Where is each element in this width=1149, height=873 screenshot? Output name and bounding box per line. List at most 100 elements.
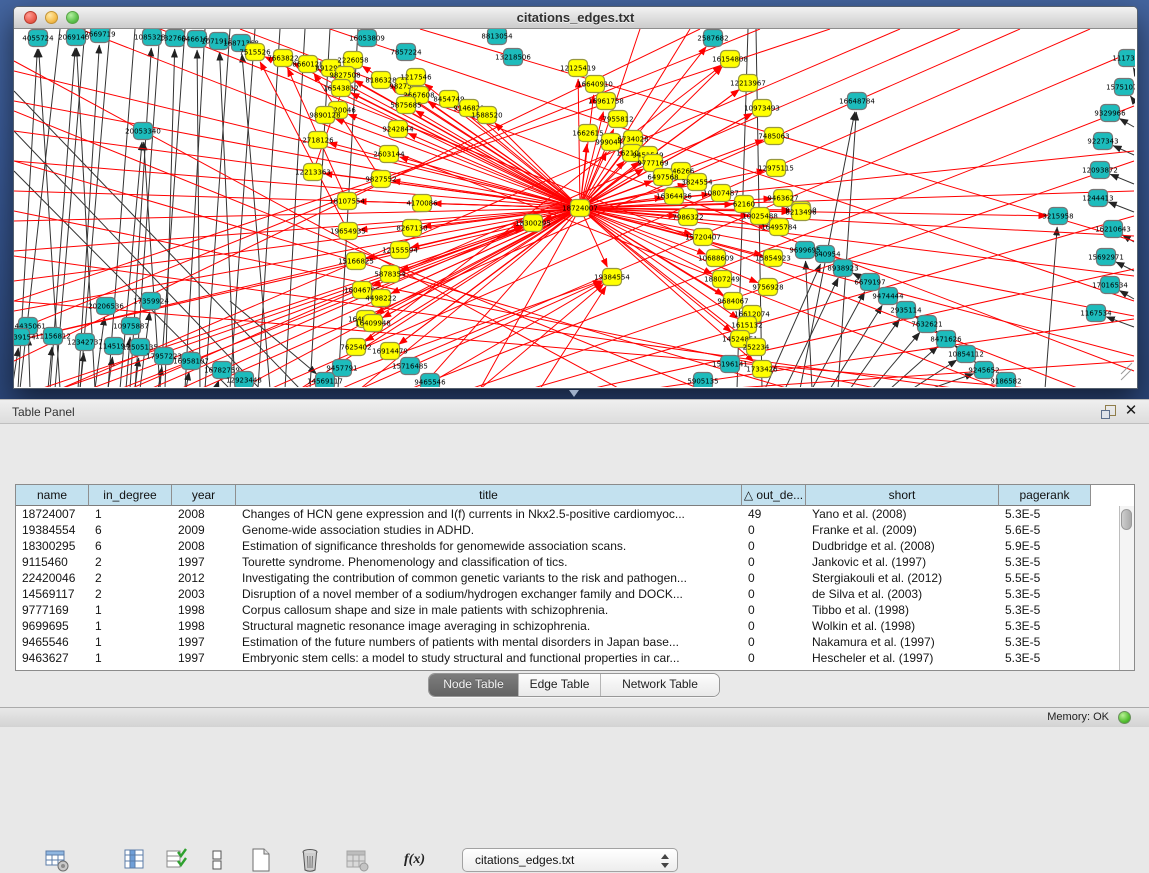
row-height-icon[interactable]: [204, 847, 230, 873]
graph-node[interactable]: 7632621: [911, 316, 942, 333]
graph-node[interactable]: 12213363: [295, 164, 331, 181]
graph-node[interactable]: 17016534: [1092, 277, 1128, 294]
node-label: 10973493: [744, 105, 780, 113]
column-header[interactable]: title: [236, 485, 742, 506]
graph-node[interactable]: 7625402: [340, 339, 371, 356]
network-window[interactable]: citations_edges.txt 40557242069140626697…: [13, 6, 1138, 389]
table-row[interactable]: 1938455462009Genome-wide association stu…: [16, 522, 1091, 538]
graph-node[interactable]: 9242844: [382, 121, 414, 138]
table-row[interactable]: 946554611997Estimation of the future num…: [16, 634, 1091, 650]
create-column-icon[interactable]: [248, 847, 274, 873]
vertical-scrollbar[interactable]: [1119, 506, 1134, 670]
graph-node[interactable]: 8813054: [481, 29, 513, 45]
graph-node[interactable]: 16154808: [712, 51, 748, 68]
node-label: 2603144: [373, 151, 405, 159]
graph-node[interactable]: 1167534: [1080, 305, 1112, 322]
graph-node[interactable]: 9827552: [365, 171, 396, 188]
table-cell: Nakamura et al. (1997): [806, 634, 999, 650]
graph-node[interactable]: 4055724: [22, 30, 54, 47]
table-row[interactable]: 1830029562008Estimation of significance …: [16, 538, 1091, 554]
table-cell: 1997: [172, 634, 236, 650]
tab-node-table[interactable]: Node Table: [429, 674, 519, 696]
node-label: 1662615: [572, 130, 603, 138]
tab-edge-table[interactable]: Edge Table: [519, 674, 601, 696]
import-table-icon[interactable]: [344, 847, 370, 873]
show-columns-icon[interactable]: [122, 847, 148, 873]
table-cell: Changes of HCN gene expression and I(f) …: [236, 506, 742, 522]
graph-node[interactable]: 12975115: [758, 160, 794, 177]
node-label: 9474444: [872, 293, 904, 301]
table-row[interactable]: 1456911722003Disruption of a novel membe…: [16, 586, 1091, 602]
node-label: 16210643: [1095, 226, 1131, 234]
graph-node[interactable]: 2603144: [373, 146, 405, 163]
graph-node[interactable]: 10973493: [744, 100, 780, 117]
table-row[interactable]: 946362711997Embryonic stem cells: a mode…: [16, 650, 1091, 666]
column-header[interactable]: pagerank: [999, 485, 1091, 506]
graph-node[interactable]: 7955812: [602, 111, 633, 128]
pane-resize-handle[interactable]: [569, 390, 579, 397]
table-cell: Estimation of significance thresholds fo…: [236, 538, 742, 554]
function-builder-icon[interactable]: f(x): [404, 847, 436, 873]
column-header[interactable]: year: [172, 485, 236, 506]
graph-node[interactable]: 18107554: [329, 193, 365, 210]
graph-node[interactable]: 252234: [743, 339, 770, 356]
network-canvas[interactable]: 4055724206914062669719108532871327602646…: [14, 29, 1135, 387]
graph-node[interactable]: 9227343: [1087, 133, 1118, 150]
table-mode-icon[interactable]: [44, 847, 70, 873]
resize-grip[interactable]: [1121, 363, 1132, 380]
table-panel-titlebar[interactable]: Table Panel ✕: [0, 399, 1149, 424]
graph-node[interactable]: 1117304: [1112, 50, 1135, 67]
select-columns-icon[interactable]: [164, 847, 190, 873]
float-panel-icon[interactable]: [1101, 405, 1115, 419]
graph-node[interactable]: 16210643: [1095, 221, 1131, 238]
node-label: 12923448: [226, 377, 262, 385]
network-window-titlebar[interactable]: citations_edges.txt: [14, 7, 1137, 29]
column-header[interactable]: in_degree: [89, 485, 172, 506]
table-row[interactable]: 1872400712008Changes of HCN gene express…: [16, 506, 1091, 522]
table-row[interactable]: 911546021997Tourette syndrome. Phenomeno…: [16, 554, 1091, 570]
table-row[interactable]: 977716911998Corpus callosum shape and si…: [16, 602, 1091, 618]
delete-columns-icon[interactable]: [297, 847, 323, 873]
graph-node[interactable]: 9756928: [752, 279, 783, 296]
graph-node[interactable]: 15751074: [1106, 79, 1135, 96]
column-header[interactable]: name: [16, 485, 89, 506]
column-header[interactable]: △ out_de...: [742, 485, 806, 506]
graph-node[interactable]: 12125419: [560, 60, 596, 77]
tab-network-table[interactable]: Network Table: [601, 674, 719, 696]
graph-node[interactable]: 2718126: [302, 132, 334, 149]
node-label: 7857224: [390, 49, 422, 57]
graph-node[interactable]: 9465546: [414, 374, 446, 388]
graph-node[interactable]: 16914479: [372, 343, 408, 360]
table-tabs: Node TableEdge TableNetwork Table: [428, 673, 720, 697]
graph-edge: [1120, 119, 1134, 127]
graph-node[interactable]: 10807487: [703, 185, 739, 202]
table-row[interactable]: 969969511998Structural magnetic resonanc…: [16, 618, 1091, 634]
table-cell: 0: [742, 538, 806, 554]
graph-node[interactable]: 12093872: [1082, 162, 1118, 179]
graph-node[interactable]: 5905135: [687, 373, 718, 388]
node-table[interactable]: namein_degreeyeartitle△ out_de...shortpa…: [15, 484, 1135, 671]
graph-node[interactable]: 4170086: [406, 195, 438, 212]
graph-node[interactable]: 9245652: [968, 362, 999, 379]
memory-status-indicator[interactable]: [1118, 711, 1131, 724]
graph-node[interactable]: 10854112: [948, 346, 984, 363]
close-panel-icon[interactable]: ✕: [1123, 402, 1139, 420]
graph-node[interactable]: 20206536: [88, 298, 124, 315]
table-row[interactable]: 2242004622012Investigating the contribut…: [16, 570, 1091, 586]
graph-node[interactable]: 10975887: [113, 318, 149, 335]
desktop-background: citations_edges.txt 40557242069140626697…: [0, 0, 1149, 399]
column-header[interactable]: short: [806, 485, 999, 506]
table-cell: 2012: [172, 570, 236, 586]
graph-node[interactable]: 16640910: [577, 76, 613, 93]
scrollbar-thumb[interactable]: [1121, 509, 1132, 530]
graph-node[interactable]: 10688609: [698, 250, 734, 267]
graph-node[interactable]: 9186582: [990, 373, 1021, 388]
graph-node[interactable]: 9329966: [1094, 105, 1126, 122]
graph-node[interactable]: 16053809: [349, 30, 385, 47]
graph-node[interactable]: 20053340: [125, 123, 161, 140]
graph-node[interactable]: 13218506: [495, 49, 531, 66]
graph-node[interactable]: 7857224: [390, 44, 422, 61]
graph-edge: [230, 301, 317, 374]
network-table-dropdown[interactable]: citations_edges.txt: [462, 848, 678, 872]
table-cell: 22420046: [16, 570, 89, 586]
